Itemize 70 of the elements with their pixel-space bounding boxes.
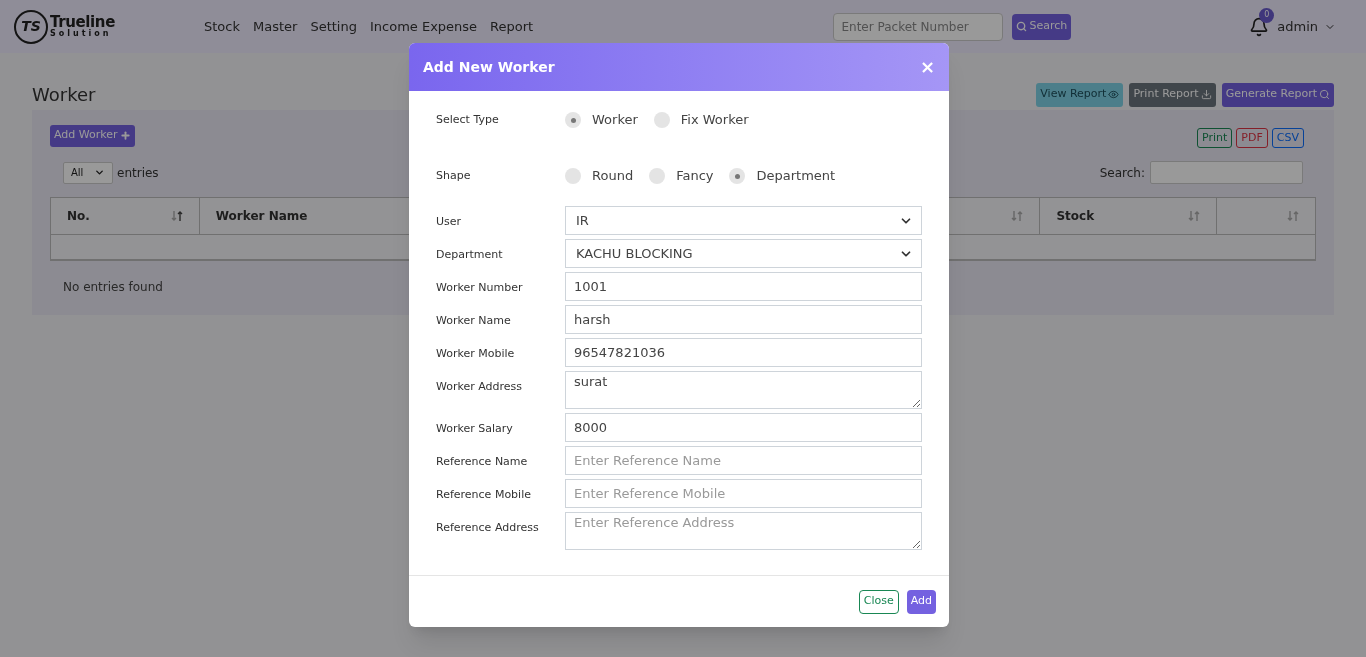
report-button[interactable]: Print Report <box>1129 82 1216 107</box>
entries-label: entries <box>117 164 159 182</box>
entries-select[interactable]: All <box>63 161 113 184</box>
field-label: Reference Name <box>436 454 529 470</box>
text-field[interactable]: Enter Reference Name <box>565 446 922 475</box>
report-button[interactable]: View Report <box>1036 82 1124 107</box>
field-label: Reference Address <box>436 520 540 536</box>
download-icon <box>1200 89 1212 100</box>
radio-button[interactable] <box>729 168 746 184</box>
search-label: Search: <box>1099 164 1145 182</box>
radio-option[interactable]: Fancy <box>649 166 714 186</box>
radio-option[interactable]: Round <box>565 166 634 186</box>
field-label: User <box>436 214 463 230</box>
radio-button[interactable] <box>653 112 670 128</box>
field-label: Worker Address <box>436 379 524 395</box>
search-button[interactable]: Search <box>1012 13 1072 40</box>
field-label: Worker Salary <box>436 421 514 437</box>
text-field[interactable]: Enter Reference Mobile <box>565 479 922 508</box>
bell-icon[interactable] <box>1249 16 1270 37</box>
empty-message: No entries found <box>63 279 163 296</box>
text-area[interactable]: surat <box>565 371 922 409</box>
text-field[interactable]: 96547821036 <box>565 338 922 367</box>
table-search-field[interactable] <box>1150 161 1303 184</box>
field-label: Select Type <box>436 111 500 128</box>
field-label: Department <box>436 247 504 263</box>
column-header[interactable]: No. <box>51 198 199 234</box>
radio-option[interactable]: Department <box>729 166 836 186</box>
radio-option[interactable]: Fix Worker <box>653 110 749 130</box>
select-field[interactable]: IR <box>565 206 922 235</box>
export-button[interactable]: Print <box>1197 128 1233 148</box>
text-field[interactable]: harsh <box>565 305 922 334</box>
radio-button[interactable] <box>565 112 581 128</box>
radio-option[interactable]: Worker <box>565 110 638 130</box>
text-area[interactable]: Enter Reference Address <box>565 512 922 550</box>
search-icon <box>1016 21 1028 32</box>
modal-title: Add New Worker <box>423 57 555 77</box>
text-field[interactable]: 8000 <box>565 413 922 442</box>
logo-tagline: Solution <box>50 30 113 38</box>
radio-button[interactable] <box>649 168 666 184</box>
column-header[interactable]: Stock <box>1039 198 1217 234</box>
nav-link[interactable]: Master <box>253 16 298 37</box>
field-label: Worker Mobile <box>436 346 516 362</box>
page-title: Worker <box>32 83 96 107</box>
dialog-button[interactable]: Close <box>858 589 899 614</box>
nav-link[interactable]: Stock <box>204 16 240 37</box>
field-label: Shape <box>436 167 472 184</box>
nav-link[interactable]: Income Expense <box>369 16 478 37</box>
report-button[interactable]: Generate Report <box>1221 82 1334 107</box>
logo-mark: TS <box>14 9 48 44</box>
search-icon <box>1319 89 1330 100</box>
nav-link[interactable]: Setting <box>310 16 357 37</box>
chevron-icon <box>94 167 105 178</box>
user-menu[interactable]: admin <box>1277 16 1336 37</box>
eye-icon <box>1108 89 1120 100</box>
add-worker-button[interactable]: Add Worker <box>50 124 135 147</box>
radio-button[interactable] <box>565 168 581 184</box>
field-label: Reference Mobile <box>436 487 532 503</box>
field-label: Worker Number <box>436 280 524 296</box>
field-label: Worker Name <box>436 313 512 329</box>
logo-name: Trueline <box>50 15 115 30</box>
nav-link[interactable]: Report <box>490 16 534 37</box>
sort-icon[interactable] <box>170 210 183 222</box>
notification-badge: 0 <box>1259 7 1275 23</box>
select-field[interactable]: KACHU BLOCKING <box>565 239 922 268</box>
plus-icon <box>119 130 131 141</box>
dialog-button[interactable]: Add <box>906 589 936 614</box>
text-field[interactable]: 1001 <box>565 272 922 301</box>
export-button[interactable]: CSV <box>1271 128 1304 148</box>
export-button[interactable]: PDF <box>1236 128 1268 148</box>
packet-search-field[interactable]: Enter Packet Number <box>833 12 1004 41</box>
